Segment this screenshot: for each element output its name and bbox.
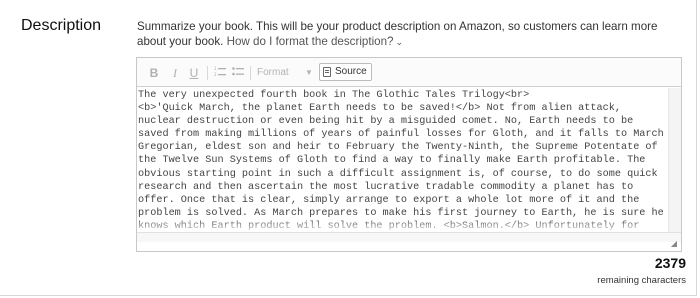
caret-down-icon: ▼	[305, 68, 313, 77]
remaining-characters-count: 2379	[654, 255, 686, 271]
underline-button[interactable]: U	[186, 65, 202, 81]
horizontal-scrollbar[interactable]	[137, 232, 681, 242]
remaining-characters-label: remaining characters	[597, 275, 686, 286]
description-help: Summarize your book. This will be your p…	[137, 19, 687, 50]
toolbar-divider	[207, 66, 208, 80]
italic-button[interactable]: I	[167, 65, 183, 81]
bold-button[interactable]: B	[146, 65, 162, 81]
chevron-down-icon: ⌄	[395, 37, 404, 47]
numbered-list-icon: 12	[214, 66, 226, 77]
source-button[interactable]: Source	[319, 63, 372, 81]
source-button-label: Source	[335, 66, 367, 77]
editor-toolbar: B I U 12 Format ▼ Source	[137, 58, 681, 87]
bullet-list-icon	[232, 67, 244, 76]
vertical-scrollbar[interactable]	[668, 88, 681, 232]
svg-text:1: 1	[214, 66, 217, 71]
bullet-list-button[interactable]	[230, 65, 246, 81]
toolbar-divider	[250, 66, 251, 80]
numbered-list-button[interactable]: 12	[212, 65, 228, 81]
source-icon	[323, 67, 331, 77]
section-title: Description	[21, 17, 102, 34]
format-dropdown[interactable]: Format	[257, 67, 289, 78]
format-help-link[interactable]: How do I format the description? ⌄	[227, 35, 403, 48]
description-textarea[interactable]: The very unexpected fourth book in The G…	[137, 88, 667, 231]
svg-text:2: 2	[214, 72, 217, 77]
resize-handle-icon[interactable]: ◢	[669, 239, 679, 249]
format-help-link-label: How do I format the description?	[226, 35, 394, 48]
description-editor: B I U 12 Format ▼ Source The very unexpe…	[136, 57, 682, 252]
